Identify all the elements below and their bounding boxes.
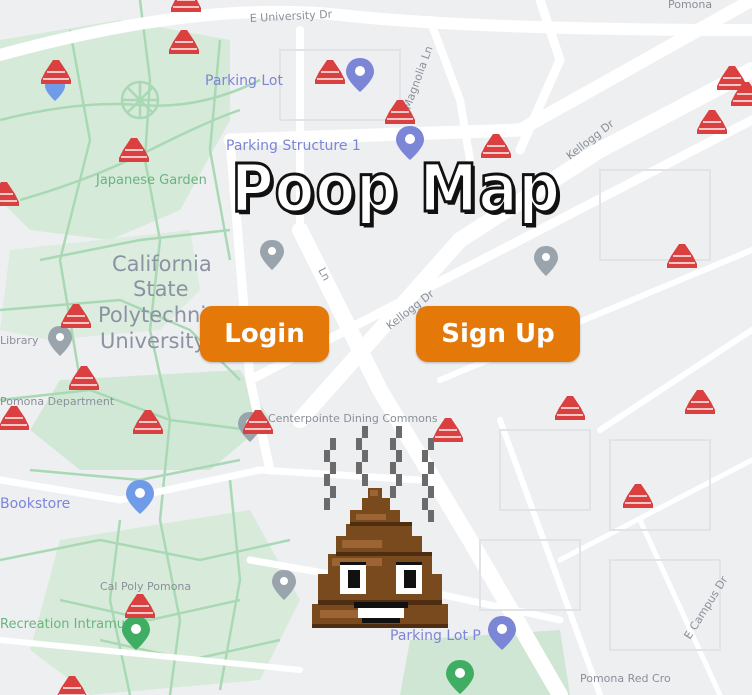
place-pin-icon (260, 240, 284, 270)
pile-of-poo-icon (312, 426, 448, 628)
campus-label-line-4: University (100, 329, 206, 353)
poop-marker-icon[interactable] (685, 390, 715, 414)
poi-label-cal-poly-pomona: Cal Poly Pomona (100, 580, 191, 593)
street-label-magnolia: Magnolia Ln (401, 44, 436, 111)
poop-marker-icon[interactable] (171, 0, 201, 12)
bookstore-pin-icon (126, 480, 154, 514)
street-label-campus-dr: E Campus Dr (682, 573, 731, 641)
poop-marker-icon[interactable] (69, 366, 99, 390)
poi-label-library: Library (0, 334, 39, 347)
login-button[interactable]: Login (200, 306, 329, 362)
poi-label-state-dept: Pomona Department (0, 395, 115, 408)
parking-pin-icon (346, 58, 374, 92)
poi-label-red-cross: Pomona Red Cro (580, 672, 671, 685)
poi-label-recreation: Recreation Intramural (0, 617, 142, 632)
campus-label-line-2: State (133, 277, 189, 301)
poop-marker-icon[interactable] (315, 60, 345, 84)
poop-marker-icon[interactable] (667, 244, 697, 268)
poi-label-parking-lot: Parking Lot (205, 73, 283, 89)
poop-marker-icon[interactable] (0, 406, 29, 430)
app-title: Poop Map (230, 149, 562, 229)
poi-label-pomona-top: Pomona (668, 0, 712, 11)
poi-label-bookstore: Bookstore (0, 496, 70, 512)
campus-label-line-1: California (112, 252, 212, 276)
poop-marker-icon[interactable] (697, 110, 727, 134)
poop-marker-icon[interactable] (623, 484, 653, 508)
place-pin-icon (48, 326, 72, 356)
sign-up-button[interactable]: Sign Up (416, 306, 580, 362)
place-pin-icon (534, 246, 558, 276)
poop-marker-icon[interactable] (555, 396, 585, 420)
poop-map-screen: E University Dr Magnolia Ln Kellogg Dr K… (0, 0, 752, 695)
poop-mouth (354, 602, 408, 623)
